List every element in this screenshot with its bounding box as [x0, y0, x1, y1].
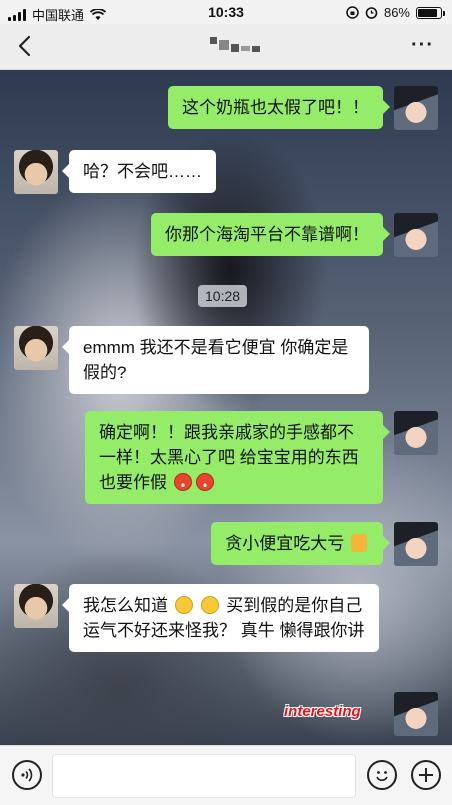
- contact-avatar[interactable]: [14, 150, 58, 194]
- voice-icon[interactable]: [12, 760, 42, 790]
- thinking-face-icon: [201, 596, 220, 614]
- self-avatar[interactable]: [394, 213, 438, 257]
- rotation-lock-icon: [346, 6, 359, 19]
- message-bubble[interactable]: 这个奶瓶也太假了吧！！: [168, 86, 390, 129]
- sound-wave-icon: [21, 768, 33, 782]
- message-bubble[interactable]: 贪小便宜吃大亏: [211, 522, 390, 565]
- back-icon[interactable]: [12, 32, 40, 60]
- angry-face-icon: [173, 473, 192, 491]
- angry-face-icon: [195, 473, 214, 491]
- message-row-1: 这个奶瓶也太假了吧！！: [168, 86, 438, 130]
- contact-avatar[interactable]: [14, 584, 58, 628]
- self-avatar[interactable]: [394, 692, 438, 736]
- message-row-6: 贪小便宜吃大亏: [211, 522, 438, 566]
- input-bar: [0, 745, 452, 805]
- nav-bar: ···: [0, 24, 452, 70]
- alarm-icon: [365, 7, 378, 19]
- contact-name-redacted: [210, 37, 260, 52]
- message-bubble[interactable]: 我怎么知道 买到假的是你自己运气不好还来怪我？ 真牛 懒得跟你讲: [62, 584, 379, 652]
- chat-area[interactable]: 这个奶瓶也太假了吧！！ 哈？不会吧…… 你那个海淘平台不靠谱啊！ 10:28 e…: [0, 70, 452, 745]
- message-bubble[interactable]: emmm 我还不是看它便宜 你确定是假的?: [62, 326, 369, 394]
- message-row-8: [394, 692, 438, 736]
- emoji-icon[interactable]: [367, 760, 397, 790]
- timestamp: 10:28: [198, 285, 248, 307]
- message-row-7: 我怎么知道 买到假的是你自己运气不好还来怪我？ 真牛 懒得跟你讲: [14, 584, 379, 652]
- self-avatar[interactable]: [394, 522, 438, 566]
- message-text: 贪小便宜吃大亏: [225, 534, 345, 553]
- thumbs-down-icon: [351, 534, 367, 552]
- message-bubble[interactable]: 你那个海淘平台不靠谱啊！: [151, 213, 390, 256]
- message-row-3: 你那个海淘平台不靠谱啊！: [151, 213, 438, 257]
- more-icon[interactable]: ···: [411, 35, 434, 55]
- message-row-5: 确定啊！！跟我亲戚家的手感都不一样！太黑心了吧 给宝宝用的东西也要作假: [85, 411, 438, 504]
- battery-fill: [418, 8, 437, 17]
- thinking-face-icon: [174, 596, 193, 614]
- message-bubble[interactable]: 哈？不会吧……: [62, 150, 216, 193]
- smiley-icon: [376, 771, 388, 781]
- status-right: 86%: [346, 5, 445, 20]
- self-avatar[interactable]: [394, 411, 438, 455]
- message-input[interactable]: [52, 754, 356, 798]
- plus-icon: [419, 768, 433, 782]
- message-text: 确定啊！！跟我亲戚家的手感都不一样！太黑心了吧 给宝宝用的东西也要作假: [99, 423, 359, 492]
- message-row-2: 哈？不会吧……: [14, 150, 216, 194]
- message-text-part-1: 我怎么知道: [83, 596, 168, 615]
- contact-avatar[interactable]: [14, 326, 58, 370]
- battery-percent: 86%: [383, 5, 410, 20]
- battery-icon: [416, 6, 445, 19]
- watermark-text: interesting: [284, 703, 361, 720]
- add-icon[interactable]: [411, 760, 441, 790]
- message-row-4: emmm 我还不是看它便宜 你确定是假的?: [14, 326, 369, 394]
- self-avatar[interactable]: [394, 86, 438, 130]
- status-bar: 中国联通 10:33 86%: [0, 0, 452, 24]
- message-bubble[interactable]: 确定啊！！跟我亲戚家的手感都不一样！太黑心了吧 给宝宝用的东西也要作假: [85, 411, 390, 504]
